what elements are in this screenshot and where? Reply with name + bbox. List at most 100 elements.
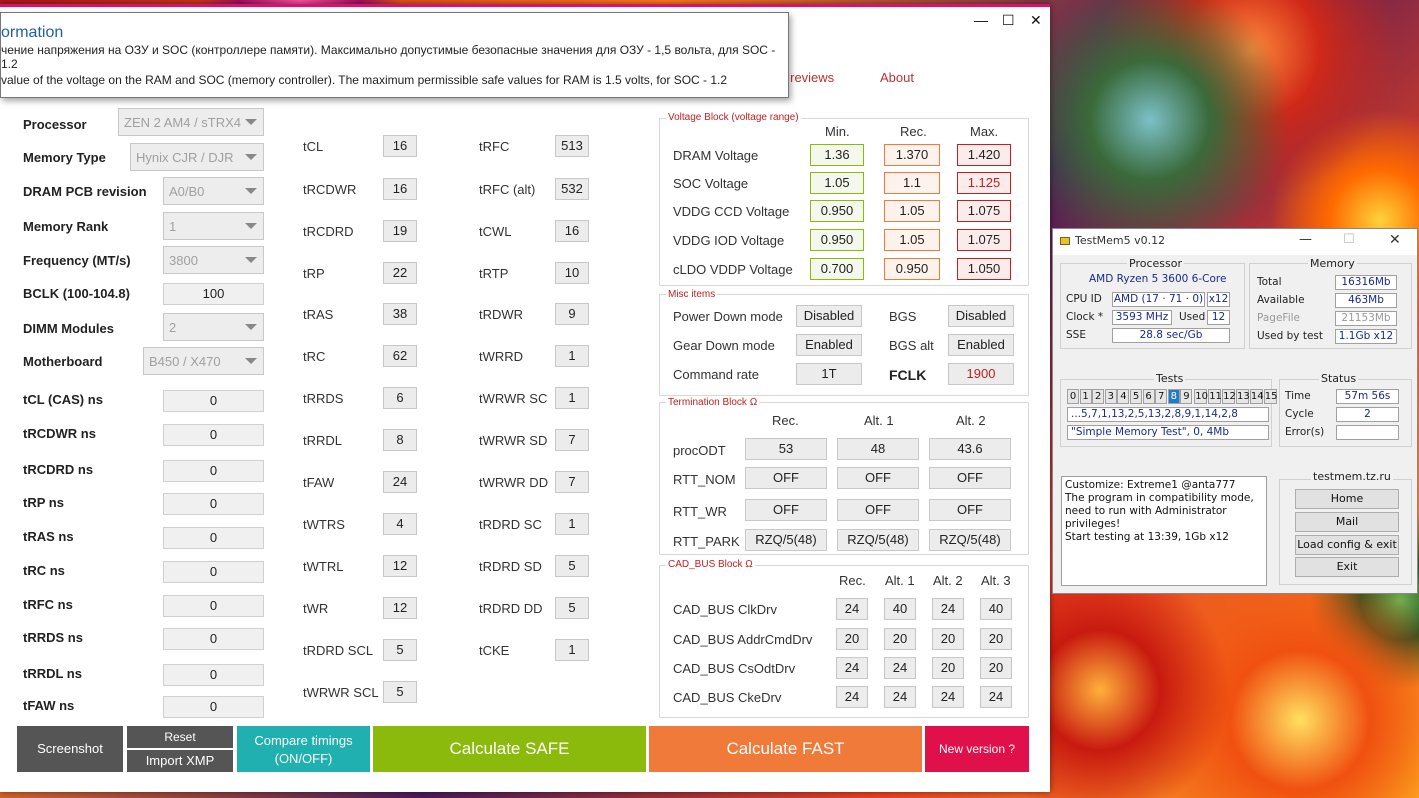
cad-bus-value[interactable]: 24 <box>932 686 964 708</box>
home-button[interactable]: Home <box>1295 489 1399 509</box>
voltage-rec-value[interactable]: 1.370 <box>884 144 940 166</box>
ns-input[interactable]: 0 <box>163 424 264 446</box>
timing-value[interactable]: 24 <box>383 471 417 493</box>
timing-value[interactable]: 6 <box>383 387 417 409</box>
voltage-min-value[interactable]: 0.700 <box>810 258 864 280</box>
timing-value[interactable]: 5 <box>555 555 589 577</box>
timing-value[interactable]: 1 <box>555 345 589 367</box>
bclk-input[interactable]: 100 <box>163 283 264 305</box>
timing-value[interactable]: 12 <box>383 597 417 619</box>
timing-value[interactable]: 22 <box>383 262 417 284</box>
processor-select[interactable]: ZEN 2 AM4 / sTRX4 <box>118 108 264 136</box>
termination-value[interactable]: OFF <box>929 467 1011 489</box>
voltage-rec-value[interactable]: 1.1 <box>884 172 940 194</box>
tm-close-button[interactable]: ✕ <box>1389 232 1401 248</box>
timing-value[interactable]: 1 <box>555 639 589 661</box>
new-version-button[interactable]: New version ? <box>925 726 1029 772</box>
ns-input[interactable]: 0 <box>163 664 264 686</box>
cad-bus-value[interactable]: 20 <box>980 657 1012 679</box>
ns-input[interactable]: 0 <box>163 460 264 482</box>
timing-value[interactable]: 5 <box>383 681 417 703</box>
voltage-max-value[interactable]: 1.420 <box>957 144 1011 166</box>
timing-value[interactable]: 532 <box>555 178 589 200</box>
cad-bus-value[interactable]: 20 <box>932 657 964 679</box>
import-xmp-button[interactable]: Import XMP <box>127 750 233 772</box>
termination-value[interactable]: 53 <box>745 438 827 460</box>
maximize-button[interactable]: ☐ <box>1002 12 1015 29</box>
cad-bus-value[interactable]: 40 <box>884 598 916 620</box>
dimm-select[interactable]: 2 <box>163 313 264 341</box>
termination-value[interactable]: OFF <box>745 467 827 489</box>
calculate-safe-button[interactable]: Calculate SAFE <box>373 726 646 772</box>
cad-bus-value[interactable]: 24 <box>836 686 868 708</box>
memory-type-select[interactable]: Hynix CJR / DJR <box>130 143 264 171</box>
termination-value[interactable]: 43.6 <box>929 438 1011 460</box>
timing-value[interactable]: 7 <box>555 429 589 451</box>
timing-value[interactable]: 16 <box>555 220 589 242</box>
timing-value[interactable]: 9 <box>555 303 589 325</box>
termination-value[interactable]: OFF <box>745 499 827 521</box>
ns-input[interactable]: 0 <box>163 696 264 718</box>
cad-bus-value[interactable]: 24 <box>980 686 1012 708</box>
cad-bus-value[interactable]: 40 <box>980 598 1012 620</box>
timing-value[interactable]: 5 <box>555 597 589 619</box>
voltage-max-value[interactable]: 1.075 <box>957 229 1011 251</box>
tm-maximize-button[interactable]: ☐ <box>1343 232 1355 247</box>
motherboard-select[interactable]: B450 / X470 <box>143 347 264 375</box>
voltage-rec-value[interactable]: 1.05 <box>884 229 940 251</box>
cad-bus-value[interactable]: 20 <box>932 628 964 650</box>
ns-input[interactable]: 0 <box>163 390 264 412</box>
screenshot-button[interactable]: Screenshot <box>17 726 123 772</box>
cad-bus-value[interactable]: 20 <box>836 628 868 650</box>
ns-input[interactable]: 0 <box>163 595 264 617</box>
frequency-select[interactable]: 3800 <box>163 246 264 274</box>
nav-about[interactable]: About <box>880 70 914 85</box>
timing-value[interactable]: 1 <box>555 513 589 535</box>
calculate-fast-button[interactable]: Calculate FAST <box>649 726 922 772</box>
voltage-max-value[interactable]: 1.075 <box>957 200 1011 222</box>
voltage-min-value[interactable]: 0.950 <box>810 200 864 222</box>
voltage-min-value[interactable]: 0.950 <box>810 229 864 251</box>
termination-value[interactable]: OFF <box>929 499 1011 521</box>
exit-button[interactable]: Exit <box>1295 557 1399 577</box>
ns-input[interactable]: 0 <box>163 628 264 650</box>
termination-value[interactable]: RZQ/5(48) <box>929 529 1011 551</box>
termination-value[interactable]: RZQ/5(48) <box>745 529 827 551</box>
voltage-max-value[interactable]: 1.125 <box>957 172 1011 194</box>
termination-value[interactable]: OFF <box>837 467 919 489</box>
timing-value[interactable]: 1 <box>555 387 589 409</box>
timing-value[interactable]: 4 <box>383 513 417 535</box>
compare-timings-button[interactable]: Compare timings (ON/OFF) <box>237 726 370 772</box>
timing-value[interactable]: 19 <box>383 220 417 242</box>
timing-value[interactable]: 7 <box>555 471 589 493</box>
timing-value[interactable]: 5 <box>383 639 417 661</box>
reset-button[interactable]: Reset <box>127 726 233 748</box>
cad-bus-value[interactable]: 24 <box>836 598 868 620</box>
timing-value[interactable]: 8 <box>383 429 417 451</box>
ns-input[interactable]: 0 <box>163 561 264 583</box>
voltage-rec-value[interactable]: 0.950 <box>884 258 940 280</box>
cad-bus-value[interactable]: 24 <box>884 657 916 679</box>
cad-bus-value[interactable]: 20 <box>980 628 1012 650</box>
voltage-min-value[interactable]: 1.05 <box>810 172 864 194</box>
minimize-button[interactable]: — <box>974 12 988 28</box>
timing-value[interactable]: 62 <box>383 345 417 367</box>
termination-value[interactable]: RZQ/5(48) <box>837 529 919 551</box>
timing-value[interactable]: 16 <box>383 135 417 157</box>
cad-bus-value[interactable]: 24 <box>836 657 868 679</box>
cad-bus-value[interactable]: 24 <box>932 598 964 620</box>
pcb-select[interactable]: A0/B0 <box>163 177 264 205</box>
voltage-max-value[interactable]: 1.050 <box>957 258 1011 280</box>
termination-value[interactable]: 48 <box>837 438 919 460</box>
timing-value[interactable]: 10 <box>555 262 589 284</box>
close-button[interactable]: ✕ <box>1030 12 1042 29</box>
ns-input[interactable]: 0 <box>163 493 264 515</box>
timing-value[interactable]: 38 <box>383 303 417 325</box>
rank-select[interactable]: 1 <box>163 212 264 240</box>
termination-value[interactable]: OFF <box>837 499 919 521</box>
cad-bus-value[interactable]: 20 <box>884 628 916 650</box>
timing-value[interactable]: 12 <box>383 555 417 577</box>
mail-button[interactable]: Mail <box>1295 512 1399 532</box>
voltage-min-value[interactable]: 1.36 <box>810 144 864 166</box>
ns-input[interactable]: 0 <box>163 527 264 549</box>
